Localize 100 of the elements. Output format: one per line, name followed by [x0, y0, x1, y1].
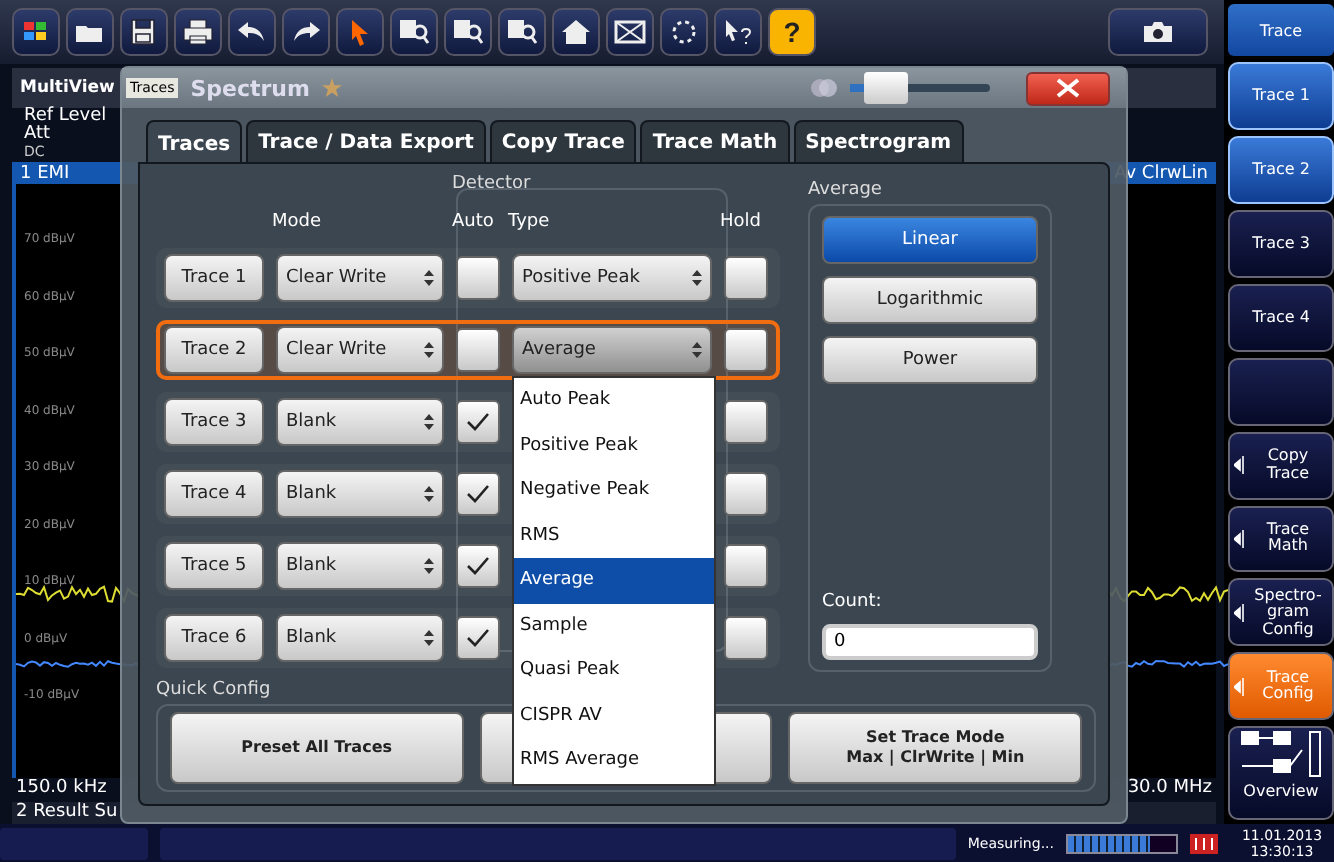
- trace-button[interactable]: Trace 6: [164, 614, 264, 662]
- toolbar-button[interactable]: [714, 8, 762, 56]
- attenuation-label: Att: [24, 126, 51, 144]
- detector-group-title: Detector: [452, 174, 533, 194]
- dropdown-option[interactable]: RMS Average: [514, 738, 714, 783]
- updown-arrows-icon: [424, 270, 434, 286]
- ref-level-label: Ref Level: [24, 108, 107, 126]
- hold-checkbox[interactable]: [724, 328, 768, 372]
- auto-checkbox[interactable]: [456, 472, 500, 516]
- dialog-tab[interactable]: Trace Math: [640, 120, 790, 162]
- hold-checkbox[interactable]: [724, 544, 768, 588]
- transparency-icon: [810, 76, 838, 100]
- detector-type-dropdown[interactable]: Average: [512, 326, 712, 374]
- column-header: Hold: [720, 212, 763, 232]
- mode-dropdown[interactable]: Blank: [276, 614, 444, 662]
- star-icon: [321, 78, 342, 98]
- toolbar-button[interactable]: [228, 8, 276, 56]
- mode-dropdown[interactable]: Blank: [276, 542, 444, 590]
- mode-dropdown[interactable]: Clear Write: [276, 254, 444, 302]
- softkey-button[interactable]: Trace 2: [1228, 135, 1334, 204]
- auto-checkbox[interactable]: [456, 544, 500, 588]
- softkey-button[interactable]: Trace 3: [1228, 209, 1334, 278]
- toolbar-button[interactable]: [12, 8, 60, 56]
- updown-arrows-icon: [424, 486, 434, 502]
- softkey-button[interactable]: Trace 4: [1228, 283, 1334, 352]
- toolbar-button[interactable]: [174, 8, 222, 56]
- hold-checkbox[interactable]: [724, 472, 768, 516]
- toolbar-button[interactable]: [552, 8, 600, 56]
- softkey-label: Trace Config: [1260, 669, 1316, 704]
- multiview-title: MultiView: [20, 78, 115, 98]
- auto-checkbox[interactable]: [456, 616, 500, 660]
- softkey-menu-title: Trace: [1228, 4, 1334, 56]
- dropdown-option[interactable]: Positive Peak: [514, 423, 714, 468]
- submenu-arrow-icon: [1234, 603, 1244, 622]
- mode-dropdown[interactable]: Blank: [276, 470, 444, 518]
- house-icon: [560, 18, 592, 46]
- updown-arrows-icon: [424, 630, 434, 646]
- dropdown-option[interactable]: Sample: [514, 603, 714, 648]
- dropdown-option[interactable]: RMS: [514, 513, 714, 558]
- softkey-button[interactable]: Copy Trace: [1228, 431, 1334, 500]
- dropdown-option[interactable]: Average: [514, 558, 714, 603]
- help-button[interactable]: ?: [768, 8, 816, 56]
- camera-icon: [1142, 20, 1174, 44]
- count-label: Count:: [822, 592, 884, 612]
- hold-checkbox[interactable]: [724, 616, 768, 660]
- average-group-title: Average: [808, 180, 884, 200]
- average-option-button[interactable]: Logarithmic: [822, 276, 1038, 324]
- overview-button[interactable]: Overview: [1228, 726, 1334, 820]
- dropdown-option[interactable]: CISPR AV: [514, 693, 714, 738]
- dialog-tab[interactable]: Trace / Data Export: [246, 120, 486, 162]
- slider-thumb[interactable]: [863, 72, 907, 104]
- toolbar-button[interactable]: [66, 8, 114, 56]
- toolbar-button[interactable]: [282, 8, 330, 56]
- quick-config-title: Quick Config: [156, 680, 273, 700]
- close-button[interactable]: [1026, 71, 1110, 105]
- dotted-circle-icon: [668, 18, 700, 46]
- average-option-button[interactable]: Linear: [822, 216, 1038, 264]
- toolbar-button[interactable]: [606, 8, 654, 56]
- printer-icon: [182, 18, 214, 46]
- dialog-tab[interactable]: Spectrogram: [793, 120, 963, 162]
- trace-button[interactable]: Trace 5: [164, 542, 264, 590]
- updown-arrows-icon: [692, 342, 702, 358]
- column-header: Mode: [272, 212, 324, 232]
- softkey-button[interactable]: Trace 1: [1228, 62, 1334, 130]
- mode-dropdown[interactable]: Clear Write: [276, 326, 444, 374]
- auto-checkbox[interactable]: [456, 400, 500, 444]
- dropdown-option[interactable]: Quasi Peak: [514, 648, 714, 693]
- dialog-tab[interactable]: Copy Trace: [489, 120, 637, 162]
- dropdown-option[interactable]: Negative Peak: [514, 468, 714, 513]
- quick-config-button[interactable]: Preset All Traces: [170, 712, 464, 784]
- quick-config-button[interactable]: Set Trace Mode Max | ClrWrite | Min: [788, 712, 1083, 784]
- dialog-tab[interactable]: Traces: [146, 120, 243, 162]
- softkey-button[interactable]: Trace Math: [1228, 505, 1334, 573]
- dropdown-option[interactable]: Auto Peak: [514, 378, 714, 423]
- screenshot-button[interactable]: [1108, 8, 1208, 56]
- close-icon: [1056, 78, 1080, 98]
- count-field[interactable]: 0: [822, 624, 1038, 660]
- auto-checkbox[interactable]: [456, 328, 500, 372]
- trace-button[interactable]: Trace 3: [164, 398, 264, 446]
- auto-checkbox[interactable]: [456, 256, 500, 300]
- hold-checkbox[interactable]: [724, 400, 768, 444]
- softkey-button[interactable]: [1228, 357, 1334, 426]
- toolbar-button[interactable]: [390, 8, 438, 56]
- toolbar-button[interactable]: [336, 8, 384, 56]
- trace-button[interactable]: Trace 4: [164, 470, 264, 518]
- hold-checkbox[interactable]: [724, 256, 768, 300]
- toolbar-button[interactable]: [498, 8, 546, 56]
- trace-button[interactable]: Trace 1: [164, 254, 264, 302]
- softkey-button[interactable]: Spectro-gram Config: [1228, 578, 1334, 647]
- transparency-slider[interactable]: [850, 72, 990, 104]
- submenu-arrow-icon: [1234, 677, 1244, 696]
- trace-button[interactable]: Trace 2: [164, 326, 264, 374]
- toolbar-button[interactable]: [444, 8, 492, 56]
- detector-type-dropdown[interactable]: Positive Peak: [512, 254, 712, 302]
- zoom-icon: [506, 18, 538, 46]
- mode-dropdown[interactable]: Blank: [276, 398, 444, 446]
- toolbar-button[interactable]: [120, 8, 168, 56]
- toolbar-button[interactable]: [660, 8, 708, 56]
- average-option-button[interactable]: Power: [822, 336, 1038, 384]
- checkmark-icon: [466, 412, 490, 432]
